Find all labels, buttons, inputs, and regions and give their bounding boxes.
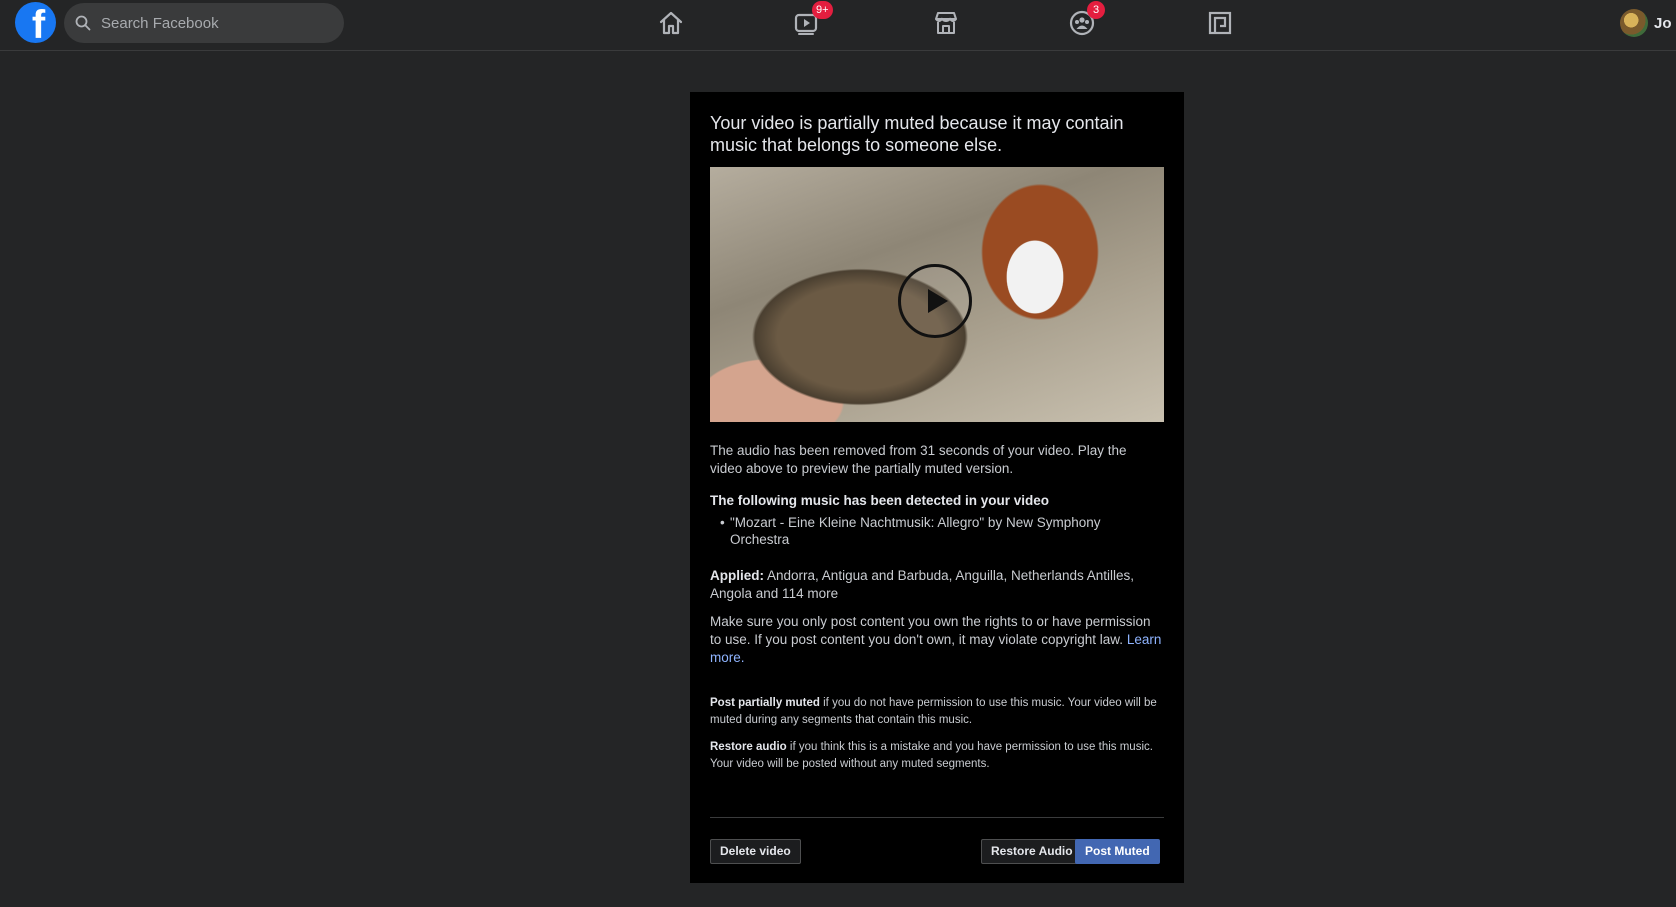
search-bar[interactable] (64, 3, 344, 43)
play-button[interactable] (898, 264, 972, 338)
gaming-icon (1208, 11, 1232, 35)
copyright-music-dialog: Your video is partially muted because it… (690, 92, 1184, 883)
applied-regions-text: Andorra, Antigua and Barbuda, Anguilla, … (710, 568, 1135, 601)
groups-notification-badge: 3 (1087, 1, 1105, 19)
delete-video-button[interactable]: Delete video (710, 839, 801, 864)
applied-regions: Applied: Andorra, Antigua and Barbuda, A… (710, 567, 1162, 603)
home-icon (659, 11, 683, 35)
detected-music-heading: The following music has been detected in… (710, 493, 1050, 508)
post-partially-muted-info: Post partially muted if you do not have … (710, 695, 1162, 729)
nav-groups[interactable]: 3 (1065, 1, 1105, 40)
search-icon (75, 15, 91, 31)
bullet-icon: • (720, 515, 725, 530)
video-preview[interactable] (710, 167, 1164, 422)
nav-marketplace[interactable] (929, 6, 963, 40)
search-input[interactable] (99, 13, 323, 33)
watch-notification-badge: 9+ (812, 1, 833, 19)
rights-notice: Make sure you only post content you own … (710, 613, 1162, 667)
profile-button[interactable]: Jo (1620, 8, 1676, 38)
detected-track-item: • "Mozart - Eine Kleine Nachtmusik: Alle… (720, 514, 1150, 548)
profile-name: Jo (1654, 14, 1672, 32)
rights-text: Make sure you only post content you own … (710, 614, 1151, 647)
avatar (1620, 9, 1648, 37)
restore-audio-button[interactable]: Restore Audio (981, 839, 1083, 864)
facebook-logo-letter: f (31, 3, 46, 43)
audio-removed-text: The audio has been removed from 31 secon… (710, 443, 1127, 476)
marketplace-icon (935, 12, 957, 34)
nav-watch[interactable]: 9+ (790, 1, 833, 40)
nav-gaming[interactable] (1203, 6, 1237, 40)
dialog-divider (710, 817, 1164, 818)
play-icon (928, 289, 948, 313)
facebook-logo[interactable]: f (15, 2, 56, 43)
post-partially-muted-label: Post partially muted (710, 697, 820, 709)
restore-audio-label: Restore audio (710, 741, 787, 753)
track-title: "Mozart - Eine Kleine Nachtmusik: Allegr… (730, 515, 1101, 547)
top-navigation-bar: f 9+ (0, 0, 1676, 51)
restore-audio-info: Restore audio if you think this is a mis… (710, 739, 1162, 773)
nav-home[interactable] (654, 6, 688, 40)
dialog-title: Your video is partially muted because it… (710, 113, 1124, 155)
applied-label: Applied: (710, 568, 764, 583)
post-muted-button[interactable]: Post Muted (1075, 839, 1160, 864)
